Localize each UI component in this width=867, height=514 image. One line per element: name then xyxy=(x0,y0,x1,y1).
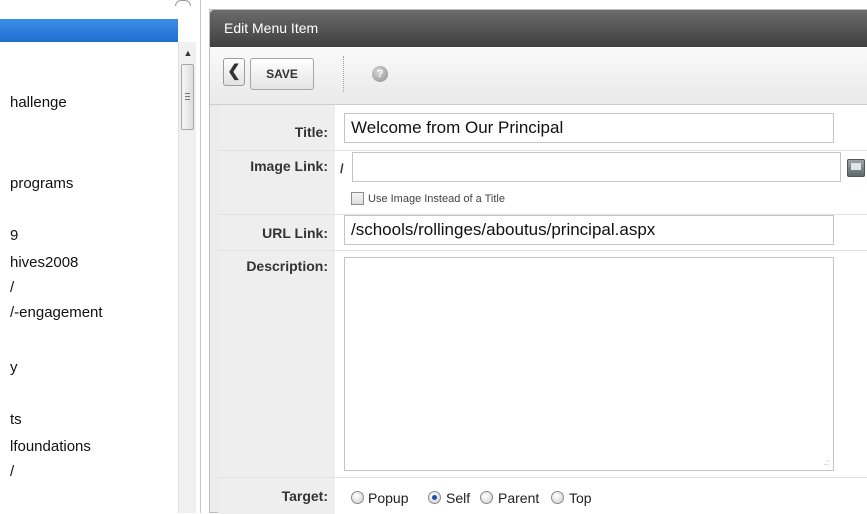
image-link-input[interactable] xyxy=(352,152,841,182)
help-icon[interactable]: ? xyxy=(372,66,388,82)
toolbar-separator xyxy=(343,56,344,92)
url-link-input[interactable]: /schools/rollinges/aboutus/principal.asp… xyxy=(344,215,834,245)
use-image-checkbox[interactable] xyxy=(351,192,364,205)
target-popup-radio[interactable] xyxy=(351,491,364,504)
image-link-label: Image Link: xyxy=(250,158,328,174)
grip-line xyxy=(185,93,190,94)
row-divider xyxy=(218,250,867,251)
use-image-label[interactable]: Use Image Instead of a Title xyxy=(368,193,505,205)
target-popup-label[interactable]: Popup xyxy=(368,490,408,506)
description-textarea[interactable]: .:: xyxy=(344,257,834,471)
description-label: Description: xyxy=(246,258,328,274)
tree-item[interactable]: /-engagement xyxy=(10,304,103,321)
menu-tree-list: hallenge programs 9 hives2008 / /-engage… xyxy=(0,42,178,513)
url-link-label: URL Link: xyxy=(262,225,328,241)
row-divider xyxy=(218,150,867,151)
target-self-label[interactable]: Self xyxy=(446,490,470,506)
tree-item[interactable]: / xyxy=(10,463,14,480)
tree-item[interactable]: programs xyxy=(10,175,73,192)
target-self-radio[interactable] xyxy=(428,491,441,504)
scroll-up-arrow-icon[interactable]: ▲ xyxy=(179,46,197,60)
tree-item[interactable]: hallenge xyxy=(10,94,67,111)
title-label: Title: xyxy=(294,124,328,140)
editor-toolbar: ❮ SAVE ? xyxy=(210,47,867,105)
grip-line xyxy=(185,99,190,100)
browse-image-icon[interactable] xyxy=(847,159,865,177)
menu-tree-panel: hallenge programs 9 hives2008 / /-engage… xyxy=(0,0,201,513)
target-label: Target: xyxy=(281,488,328,504)
image-link-prefix: / xyxy=(340,161,344,176)
tree-item[interactable]: 9 xyxy=(10,227,18,244)
target-parent-label[interactable]: Parent xyxy=(498,490,539,506)
target-top-radio[interactable] xyxy=(551,491,564,504)
title-input[interactable]: Welcome from Our Principal xyxy=(344,113,834,143)
menu-item-form: Title: Welcome from Our Principal Image … xyxy=(218,105,867,514)
chevron-left-icon: ❮ xyxy=(227,63,241,80)
target-parent-radio[interactable] xyxy=(480,491,493,504)
editor-titlebar: Edit Menu Item xyxy=(210,10,867,47)
tree-item[interactable]: y xyxy=(10,359,18,376)
tree-item[interactable]: lfoundations xyxy=(10,438,91,455)
panel-handle xyxy=(175,0,191,6)
row-divider xyxy=(218,477,867,478)
save-button[interactable]: SAVE xyxy=(250,58,314,90)
resize-grip-icon[interactable]: .:: xyxy=(823,458,830,467)
back-button[interactable]: ❮ xyxy=(223,58,245,86)
editor-title: Edit Menu Item xyxy=(224,20,319,36)
tree-header-bar xyxy=(0,19,178,42)
scroll-thumb[interactable] xyxy=(181,64,194,130)
edit-menu-item-panel: Edit Menu Item ❮ SAVE ? Title: Welcome f… xyxy=(209,9,867,514)
target-top-label[interactable]: Top xyxy=(569,490,592,506)
tree-scrollbar[interactable]: ▲ xyxy=(178,42,196,513)
tree-item[interactable]: hives2008 xyxy=(10,254,78,271)
grip-line xyxy=(185,96,190,97)
tree-item[interactable]: ts xyxy=(10,411,22,428)
tree-item[interactable]: / xyxy=(10,279,14,296)
